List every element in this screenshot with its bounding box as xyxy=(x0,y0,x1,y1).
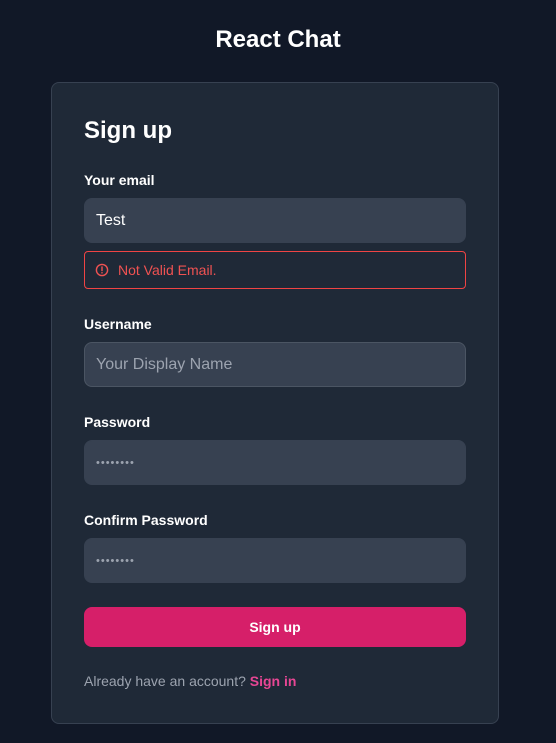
sign-in-link[interactable]: Sign in xyxy=(250,673,297,689)
confirm-password-label: Confirm Password xyxy=(84,512,208,528)
username-input[interactable] xyxy=(84,342,466,387)
email-error-message: Not Valid Email. xyxy=(84,251,466,289)
signup-card: Sign up Your email Not Valid Email. User… xyxy=(51,82,499,724)
signin-prompt-text: Already have an account? xyxy=(84,673,246,689)
password-input[interactable] xyxy=(84,440,466,485)
exclamation-circle-icon xyxy=(95,263,109,277)
password-label: Password xyxy=(84,414,151,430)
signin-prompt: Already have an account? Sign in xyxy=(84,673,296,689)
username-label: Username xyxy=(84,316,152,332)
email-label: Your email xyxy=(84,172,155,188)
form-title: Sign up xyxy=(84,117,172,144)
confirm-password-input[interactable] xyxy=(84,538,466,583)
sign-up-button[interactable]: Sign up xyxy=(84,607,466,647)
email-input[interactable] xyxy=(84,198,466,243)
email-error-text: Not Valid Email. xyxy=(118,262,217,278)
app-title: React Chat xyxy=(215,26,341,53)
